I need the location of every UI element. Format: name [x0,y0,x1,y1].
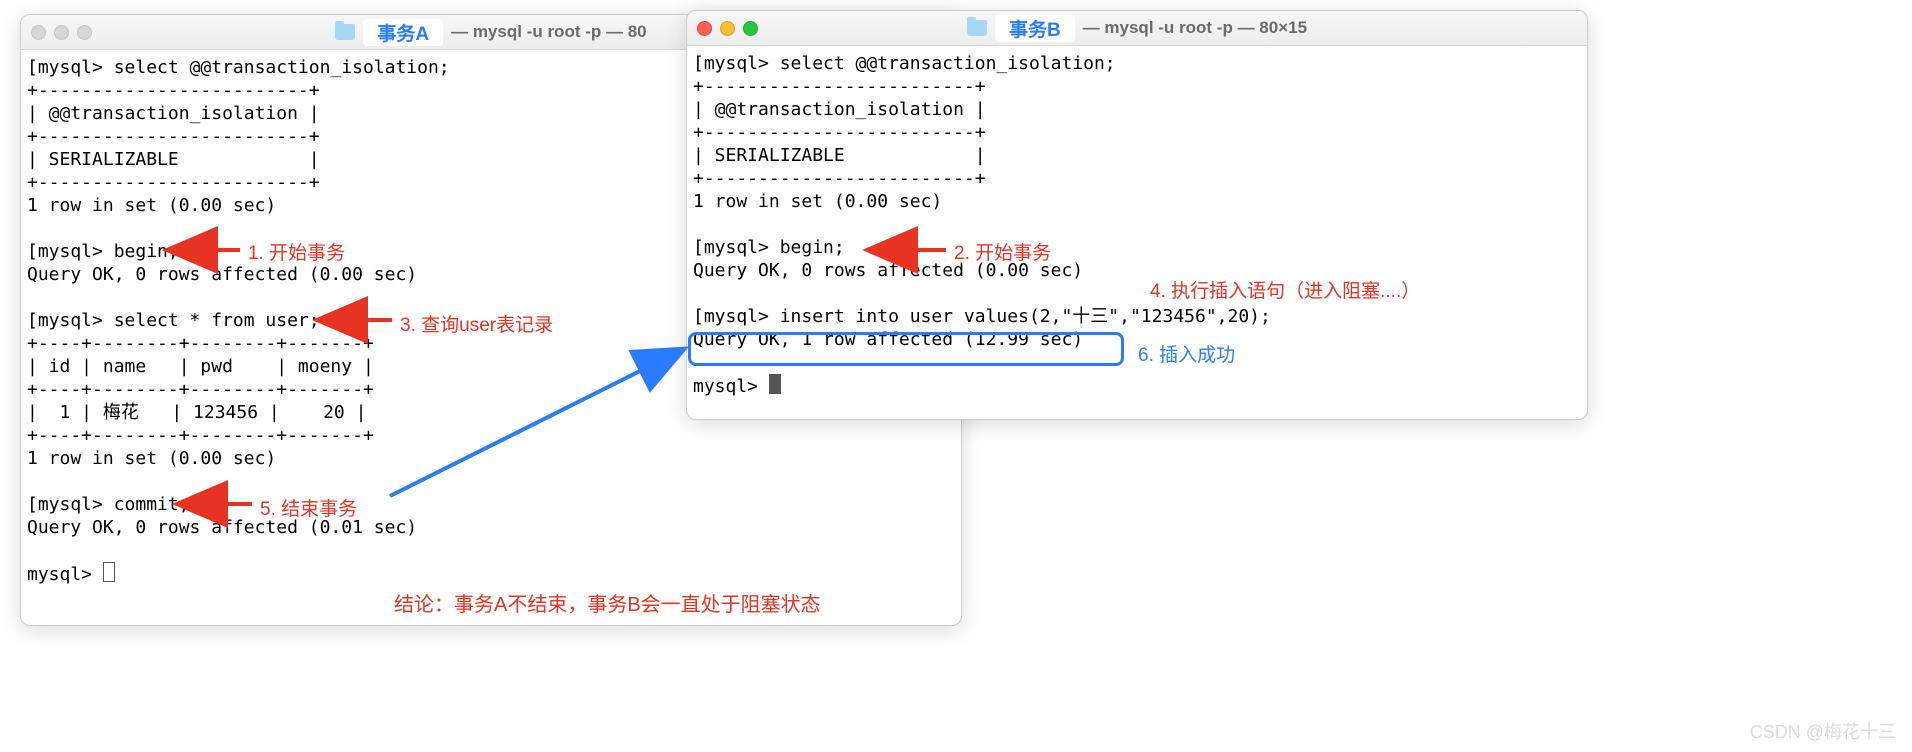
folder-icon [335,24,355,40]
term-line: [mysql> select * from user; [27,310,320,331]
term-line: | id | name | pwd | moeny | [27,356,374,377]
transaction-a-label: 事务A [363,19,443,46]
term-line: +----+--------+--------+-------+ [27,333,374,354]
zoom-icon[interactable] [77,25,92,40]
term-line: Query OK, 0 rows affected (0.00 sec) [27,264,417,285]
title-rest-a: — mysql -u root -p — 80 [451,22,647,42]
term-line: +----+--------+--------+-------+ [27,379,374,400]
titlebar-b[interactable]: 事务B — mysql -u root -p — 80×15 [687,11,1587,46]
term-line: +----+--------+--------+-------+ [27,425,374,446]
term-line: mysql> [693,376,769,397]
term-line: [mysql> commit; [27,494,190,515]
term-line: 1 row in set (0.00 sec) [27,195,276,216]
annotation-4: 4. 执行插入语句（进入阻塞....） [1150,276,1420,303]
traffic-lights-a [31,25,92,40]
term-line: mysql> [27,564,103,585]
close-icon[interactable] [697,21,712,36]
traffic-lights-b [697,21,758,36]
watermark: CSDN @梅花十三 [1750,718,1896,744]
cursor-icon [103,562,115,582]
term-line: 1 row in set (0.00 sec) [27,448,276,469]
term-line: | SERIALIZABLE | [27,149,320,170]
term-line: | @@transaction_isolation | [693,99,986,120]
term-line: +-------------------------+ [27,126,320,147]
term-line: Query OK, 0 rows affected (0.01 sec) [27,517,417,538]
terminal-body-b[interactable]: [mysql> select @@transaction_isolation; … [687,46,1587,404]
minimize-icon[interactable] [720,21,735,36]
term-line: Query OK, 1 row affected (12.99 sec) [693,329,1083,350]
minimize-icon[interactable] [54,25,69,40]
term-line: +-------------------------+ [693,122,986,143]
term-line: [mysql> begin; [27,241,179,262]
term-line: +-------------------------+ [693,168,986,189]
term-line: [mysql> select @@transaction_isolation; [27,57,450,78]
annotation-6: 6. 插入成功 [1138,340,1235,367]
folder-icon [967,20,987,36]
cursor-icon [769,374,781,394]
conclusion-text: 结论：事务A不结束，事务B会一直处于阻塞状态 [394,588,821,617]
annotation-1: 1. 开始事务 [248,238,345,265]
term-line: +-------------------------+ [27,80,320,101]
transaction-b-label: 事务B [995,15,1075,42]
term-line: | 1 | 梅花 | 123456 | 20 | [27,402,366,423]
annotation-2: 2. 开始事务 [954,238,1051,265]
close-icon[interactable] [31,25,46,40]
annotation-3: 3. 查询user表记录 [400,310,553,337]
term-line: +-------------------------+ [693,76,986,97]
term-line: [mysql> insert into user values(2,"十三","… [693,306,1271,327]
window-title-b: 事务B — mysql -u root -p — 80×15 [687,15,1587,42]
term-line: 1 row in set (0.00 sec) [693,191,942,212]
term-line: [mysql> begin; [693,237,845,258]
title-rest-b: — mysql -u root -p — 80×15 [1083,18,1307,38]
terminal-window-b: 事务B — mysql -u root -p — 80×15 [mysql> s… [686,10,1588,420]
annotation-5: 5. 结束事务 [260,494,357,521]
zoom-icon[interactable] [743,21,758,36]
term-line: | SERIALIZABLE | [693,145,986,166]
term-line: | @@transaction_isolation | [27,103,320,124]
term-line: +-------------------------+ [27,172,320,193]
term-line: [mysql> select @@transaction_isolation; [693,53,1116,74]
